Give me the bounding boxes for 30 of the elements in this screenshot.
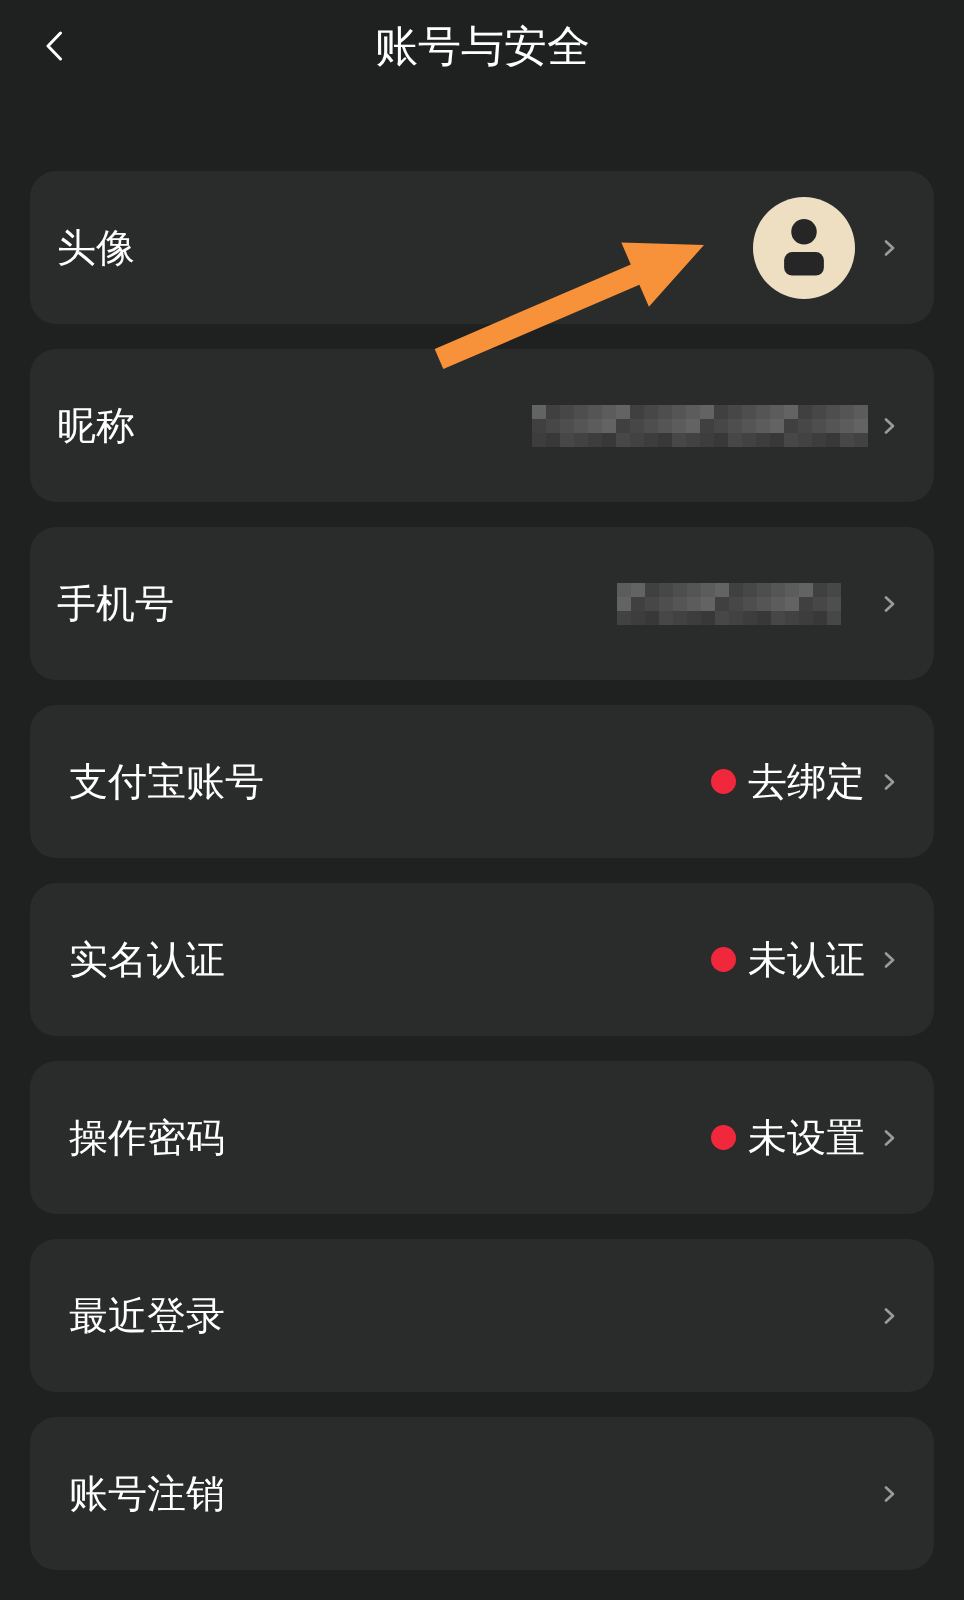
chevron-right-icon [883, 1307, 896, 1324]
row-label: 操作密码 [69, 1118, 225, 1157]
status-text: 未设置 [748, 1118, 865, 1157]
chevron-right-icon [883, 1129, 896, 1146]
chevron-right-icon [883, 595, 896, 612]
settings-row[interactable]: 最近登录 [30, 1239, 934, 1392]
settings-row[interactable]: 实名认证 未认证 [30, 883, 934, 1036]
back-icon[interactable] [45, 31, 63, 61]
settings-row[interactable]: 头像 [30, 171, 934, 324]
row-label: 昵称 [57, 406, 135, 445]
settings-row[interactable]: 支付宝账号 去绑定 [30, 705, 934, 858]
settings-row[interactable]: 操作密码 未设置 [30, 1061, 934, 1214]
chevron-right-icon [883, 417, 896, 434]
chevron-right-icon [883, 773, 896, 790]
row-label: 头像 [57, 228, 135, 267]
avatar-placeholder-icon [753, 196, 855, 299]
row-label: 最近登录 [69, 1296, 225, 1335]
row-label: 账号注销 [69, 1474, 225, 1513]
status-text: 未认证 [748, 940, 865, 979]
row-label: 支付宝账号 [69, 762, 264, 801]
chevron-right-icon [883, 1485, 896, 1502]
row-label: 实名认证 [69, 940, 225, 979]
page-title: 账号与安全 [374, 24, 590, 68]
chevron-right-icon [883, 239, 896, 256]
settings-row[interactable]: 手机号 [30, 527, 934, 680]
row-label: 手机号 [57, 584, 174, 623]
chevron-right-icon [883, 951, 896, 968]
settings-row[interactable]: 昵称 [30, 349, 934, 502]
settings-row[interactable]: 账号注销 [30, 1417, 934, 1570]
status-text: 去绑定 [748, 762, 865, 801]
